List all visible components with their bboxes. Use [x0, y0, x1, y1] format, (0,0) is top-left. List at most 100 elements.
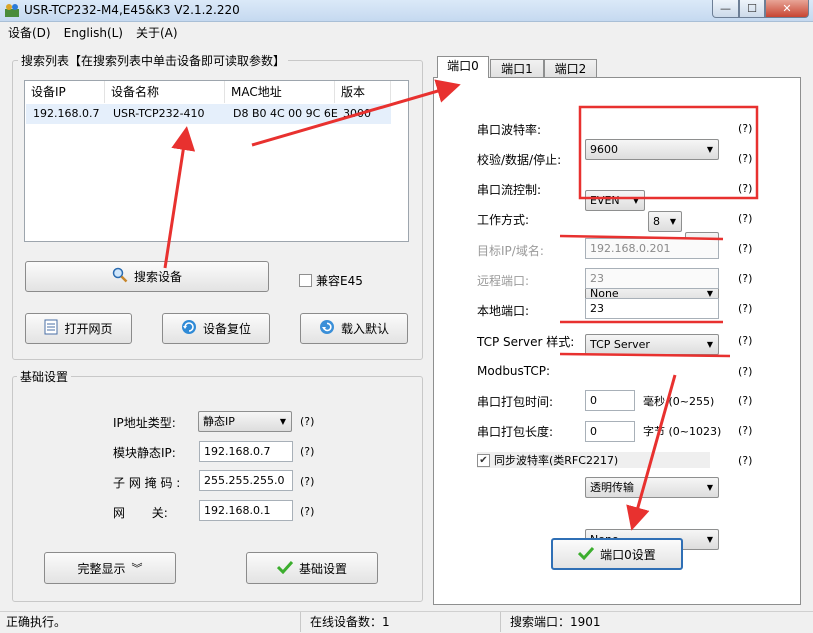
help-static-ip[interactable]: (?)	[300, 445, 314, 458]
menu-device[interactable]: 设备(D)	[3, 24, 56, 41]
help-baud[interactable]: (?)	[738, 122, 752, 135]
server-style-label: TCP Server 样式:	[477, 335, 575, 349]
gateway-input[interactable]: 192.168.0.1	[199, 500, 293, 521]
help-remote-port[interactable]: (?)	[738, 272, 752, 285]
search-group-title: 搜索列表【在搜索列表中单击设备即可读取参数】	[18, 52, 289, 69]
full-display-label: 完整显示	[77, 561, 126, 576]
maximize-button[interactable]: ☐	[739, 0, 765, 18]
check-icon	[276, 560, 294, 577]
search-device-label: 搜索设备	[133, 270, 182, 284]
chevron-down-icon: ▼	[706, 145, 713, 154]
reset-device-button[interactable]: 设备复位	[162, 313, 270, 344]
status-message: 正确执行。	[6, 615, 67, 629]
remote-port-input[interactable]: 23	[585, 268, 719, 289]
server-style-select[interactable]: 透明传输 ▼	[585, 477, 719, 498]
ip-type-label: IP地址类型:	[113, 416, 176, 430]
tab-port1[interactable]: 端口1	[490, 59, 544, 78]
mode-select[interactable]: TCP Server ▼	[585, 334, 719, 355]
pack-time-input[interactable]: 0	[585, 390, 635, 411]
chevron-down-icon: ▼	[706, 340, 713, 349]
help-subnet-mask[interactable]: (?)	[300, 475, 314, 488]
double-chevron-down-icon: ︾	[131, 562, 143, 575]
table-row[interactable]: 192.168.0.7 USR-TCP232-410 D8 B0 4C 00 9…	[26, 104, 391, 124]
status-divider	[300, 612, 301, 632]
local-port-label: 本地端口:	[477, 304, 530, 318]
local-port-input[interactable]: 23	[585, 298, 719, 319]
pack-len-label: 串口打包长度:	[477, 425, 554, 439]
help-rfc2217[interactable]: (?)	[738, 454, 752, 467]
menu-bar: 设备(D) English(L) 关于(A)	[0, 22, 813, 43]
status-search-port: 搜索端口：1901	[510, 615, 601, 629]
data-bits-select[interactable]: 8 ▼	[648, 211, 682, 232]
row-version: 3000	[343, 107, 371, 120]
full-display-button[interactable]: 完整显示 ︾	[44, 552, 176, 584]
compat-e45-label: 兼容E45	[316, 274, 363, 288]
load-icon	[319, 319, 335, 338]
ip-type-select[interactable]: 静态IP ▼	[198, 411, 292, 432]
document-icon	[44, 319, 58, 338]
device-list[interactable]: 设备IP 设备名称 MAC地址 版本 192.168.0.7 USR-TCP23…	[24, 80, 409, 242]
help-ip-type[interactable]: (?)	[300, 415, 314, 428]
parity-select[interactable]: EVEN ▼	[585, 190, 645, 211]
help-parity[interactable]: (?)	[738, 152, 752, 165]
pack-time-unit: 毫秒 (0~255)	[643, 395, 715, 408]
close-button[interactable]: ✕	[765, 0, 809, 18]
subnet-mask-label: 子 网 掩 码 :	[113, 476, 181, 490]
column-device-name[interactable]: 设备名称	[105, 81, 225, 103]
check-icon[interactable]: ✔	[477, 453, 490, 467]
pack-len-unit: 字节 (0~1023)	[643, 425, 722, 438]
tab-port0[interactable]: 端口0	[437, 56, 489, 78]
subnet-mask-input[interactable]: 255.255.255.0	[199, 470, 293, 491]
parity-label: 校验/数据/停止:	[477, 153, 562, 167]
menu-about[interactable]: 关于(A)	[131, 24, 183, 41]
column-version[interactable]: 版本	[335, 81, 391, 103]
status-divider	[500, 612, 501, 632]
help-gateway[interactable]: (?)	[300, 505, 314, 518]
app-icon	[4, 3, 20, 19]
column-device-ip[interactable]: 设备IP	[25, 81, 105, 103]
chevron-down-icon: ▼	[706, 535, 713, 544]
row-mac: D8 B0 4C 00 9C 6E	[233, 107, 338, 120]
help-mode[interactable]: (?)	[738, 212, 752, 225]
row-ip: 192.168.0.7	[33, 107, 100, 120]
target-input[interactable]: 192.168.0.201	[585, 238, 719, 259]
column-mac[interactable]: MAC地址	[225, 81, 335, 103]
magnifier-icon	[112, 267, 128, 286]
help-server-style[interactable]: (?)	[738, 334, 752, 347]
compat-e45-checkbox[interactable]: 兼容E45	[299, 272, 363, 289]
basic-save-button[interactable]: 基础设置	[246, 552, 378, 584]
open-web-button[interactable]: 打开网页	[25, 313, 132, 344]
help-pack-len[interactable]: (?)	[738, 424, 752, 437]
tab-port2[interactable]: 端口2	[544, 59, 597, 78]
basic-save-label: 基础设置	[298, 561, 347, 576]
open-web-label: 打开网页	[64, 322, 113, 336]
static-ip-input[interactable]: 192.168.0.7	[199, 441, 293, 462]
rfc2217-checkbox[interactable]: ✔ 同步波特率(类RFC2217)	[477, 452, 710, 468]
help-target[interactable]: (?)	[738, 242, 752, 255]
minimize-button[interactable]: —	[712, 0, 739, 18]
baud-select[interactable]: 9600 ▼	[585, 139, 719, 160]
chevron-down-icon: ▼	[669, 217, 676, 226]
help-local-port[interactable]: (?)	[738, 302, 752, 315]
flow-label: 串口流控制:	[477, 183, 542, 197]
help-flow[interactable]: (?)	[738, 182, 752, 195]
chevron-down-icon: ▼	[632, 196, 639, 205]
target-label: 目标IP/域名:	[477, 244, 544, 258]
rfc2217-label: 同步波特率(类RFC2217)	[494, 454, 619, 467]
status-bar	[0, 611, 813, 633]
port0-save-label: 端口0设置	[600, 547, 656, 562]
pack-time-label: 串口打包时间:	[477, 395, 554, 409]
pack-len-input[interactable]: 0	[585, 421, 635, 442]
search-device-button[interactable]: 搜索设备	[25, 261, 269, 292]
compat-e45-box[interactable]	[299, 274, 312, 287]
basic-settings-title: 基础设置	[17, 368, 72, 385]
chevron-down-icon: ▼	[706, 483, 713, 492]
status-online-count: 在线设备数：1	[310, 615, 390, 629]
menu-language[interactable]: English(L)	[59, 26, 128, 40]
help-modbus[interactable]: (?)	[738, 365, 752, 378]
help-pack-time[interactable]: (?)	[738, 394, 752, 407]
port0-save-button[interactable]: 端口0设置	[551, 538, 683, 570]
load-default-button[interactable]: 载入默认	[300, 313, 408, 344]
refresh-icon	[181, 319, 197, 338]
load-default-label: 载入默认	[340, 322, 389, 336]
